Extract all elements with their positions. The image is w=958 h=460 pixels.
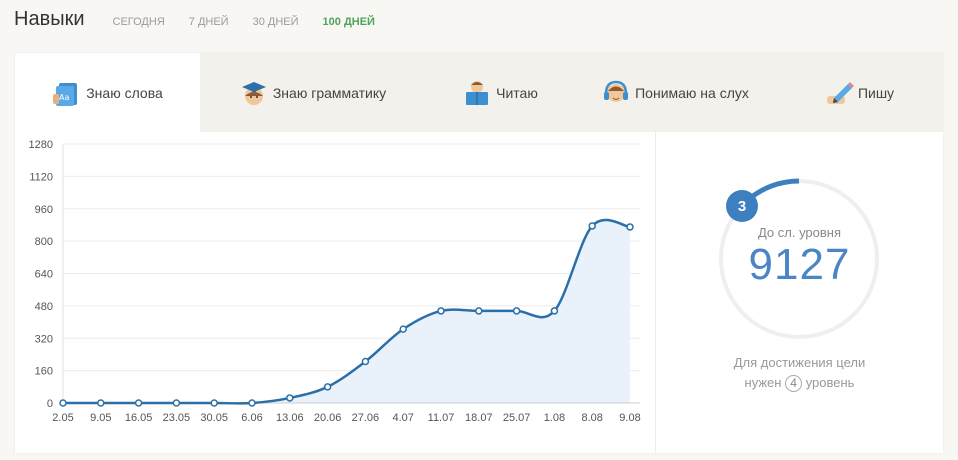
data-point: [550, 307, 559, 315]
data-point: [97, 399, 105, 407]
tab-reading-label: Читаю: [496, 84, 538, 101]
y-tick-label: 480: [35, 301, 53, 313]
points-to-next-level: 9127: [748, 240, 851, 289]
tab-words[interactable]: Aa Знаю слова: [15, 53, 200, 132]
period-100-days[interactable]: 100 ДНЕЙ: [323, 16, 375, 28]
goal-text-line2: нужен 4 уровень: [656, 373, 943, 393]
goal-text: Для достижения цели нужен 4 уровень: [656, 353, 943, 393]
skills-card: Aa Знаю слова Знаю грамматику Читаю Пони…: [15, 53, 943, 453]
page-title: Навыки: [14, 8, 85, 30]
goal-text-after: уровень: [805, 375, 855, 390]
tab-listening-label: Понимаю на слух: [635, 84, 749, 101]
x-tick-label: 16.05: [125, 412, 153, 424]
data-point: [475, 307, 483, 315]
data-point: [361, 357, 370, 366]
goal-text-before: нужен: [744, 375, 782, 390]
x-tick-label: 27.06: [352, 412, 380, 424]
data-point: [134, 399, 143, 407]
x-tick-label: 25.07: [503, 412, 531, 424]
data-point: [512, 307, 521, 315]
reading-person-icon: [462, 78, 492, 108]
x-tick-label: 30.05: [200, 412, 228, 424]
x-tick-label: 8.08: [581, 412, 602, 424]
x-tick-label: 9.05: [90, 412, 111, 424]
y-tick-label: 800: [35, 236, 53, 248]
data-point: [210, 399, 218, 407]
data-point: [248, 399, 256, 407]
current-level-badge: 3: [726, 190, 758, 222]
goal-text-line1: Для достижения цели: [733, 355, 866, 370]
y-tick-label: 0: [47, 398, 53, 410]
data-point: [286, 394, 294, 402]
tab-grammar[interactable]: Знаю грамматику: [200, 53, 425, 132]
graduate-cap-icon: [239, 78, 269, 108]
next-level-caption: До сл. уровня: [757, 225, 842, 240]
x-tick-label: 9.08: [619, 412, 640, 424]
tab-grammar-label: Знаю грамматику: [272, 84, 387, 101]
words-learned-chart: 0 160 320 480 640 800 960 1120 1280 2.05 9.05 16.05…: [29, 139, 641, 424]
pencil-writing-icon: [824, 78, 854, 108]
data-point: [59, 399, 67, 407]
data-point: [399, 325, 407, 333]
headphones-person-icon: [601, 78, 631, 108]
x-tick-label: 18.07: [465, 412, 493, 424]
x-tick-label: 1.08: [544, 412, 565, 424]
period-today[interactable]: СЕГОДНЯ: [113, 16, 165, 28]
data-point: [588, 222, 596, 230]
tab-reading[interactable]: Читаю: [425, 53, 575, 132]
x-tick-label: 6.06: [241, 412, 262, 424]
y-tick-label: 160: [35, 366, 53, 378]
goal-level-badge: 4: [785, 375, 803, 392]
y-tick-label: 1120: [29, 171, 53, 183]
x-tick-label: 20.06: [314, 412, 342, 424]
page-header: Навыки СЕГОДНЯ 7 ДНЕЙ 30 ДНЕЙ 100 ДНЕЙ: [14, 8, 399, 34]
tab-writing[interactable]: Пишу: [775, 53, 943, 132]
tab-writing-label: Пишу: [857, 84, 895, 101]
period-7-days[interactable]: 7 ДНЕЙ: [189, 16, 229, 28]
data-point: [626, 223, 634, 231]
x-tick-label: 2.05: [52, 412, 73, 424]
level-progress-ring: [719, 178, 879, 339]
y-tick-label: 1280: [29, 139, 53, 151]
x-tick-label: 11.07: [428, 412, 455, 424]
dictionary-book-icon: Aa: [52, 78, 82, 108]
data-point: [172, 399, 181, 407]
level-panel: 3 До сл. уровня 9127 Для достижения цели…: [656, 132, 943, 453]
svg-text:Aa: Aa: [59, 93, 69, 102]
y-tick-label: 960: [35, 204, 53, 216]
x-tick-label: 4.07: [392, 412, 413, 424]
data-point: [323, 383, 332, 391]
tab-words-label: Знаю слова: [86, 84, 163, 101]
tab-listening[interactable]: Понимаю на слух: [575, 53, 775, 132]
y-tick-label: 320: [35, 333, 53, 345]
x-tick-label: 23.05: [163, 412, 191, 424]
period-30-days[interactable]: 30 ДНЕЙ: [253, 16, 299, 28]
data-point: [437, 307, 445, 315]
y-tick-label: 640: [35, 269, 53, 281]
x-tick-label: 13.06: [276, 412, 304, 424]
skill-tabs: Aa Знаю слова Знаю грамматику Читаю Пони…: [15, 53, 943, 132]
